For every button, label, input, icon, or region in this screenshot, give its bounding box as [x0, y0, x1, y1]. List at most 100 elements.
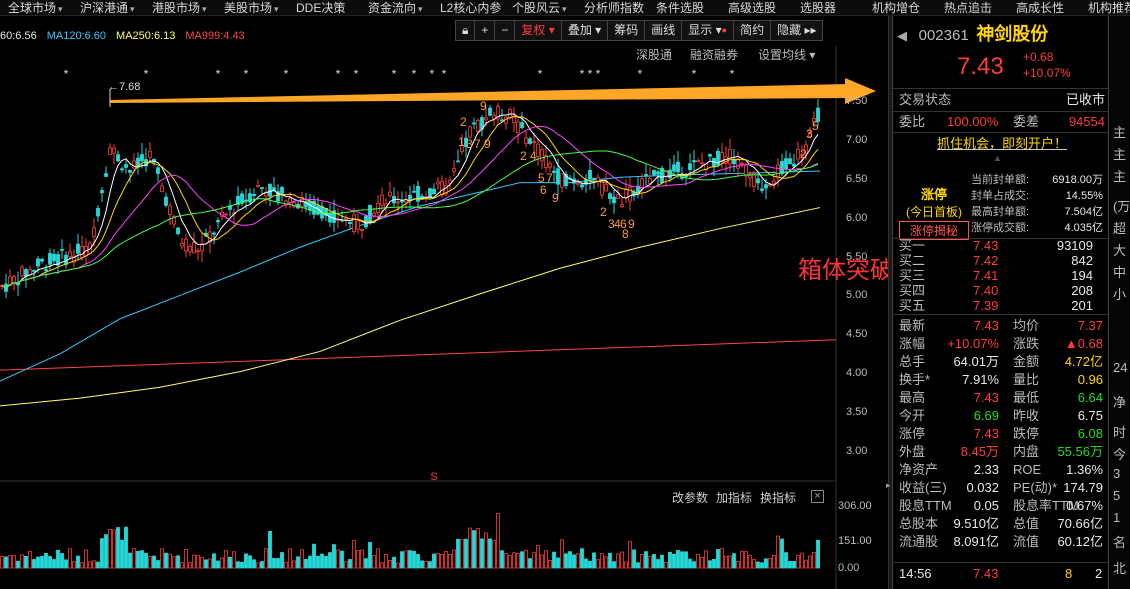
overlay-button[interactable]: 叠加 ▾ — [560, 20, 609, 41]
candle-body — [656, 171, 660, 175]
dropdown-icon: ▾ — [58, 4, 63, 14]
volume-bar — [760, 562, 764, 569]
close-volume-button[interactable]: × — [811, 490, 824, 503]
zoom-in-button[interactable]: + — [474, 20, 496, 41]
menu-item-label: DDE决策 — [296, 1, 346, 15]
menu-item[interactable]: 分析师指数 — [584, 0, 644, 15]
menu-item[interactable]: 热点追击 — [944, 0, 993, 15]
promo-link[interactable]: 抓住机会，即刻开户！ — [899, 135, 1105, 153]
adjust-button[interactable]: 复权 ▾ — [514, 20, 562, 41]
order-book-row[interactable]: 买二 7.42 842 — [899, 253, 1105, 268]
menu-item[interactable]: 沪深港通 ▾ — [80, 0, 135, 15]
margin-trading-link[interactable]: 融资融券 — [690, 46, 738, 63]
menu-item-label: 热点追击 — [944, 1, 993, 15]
quote-value: ▲0.68 — [1064, 336, 1103, 351]
menu-item[interactable]: 港股市场 ▾ — [152, 0, 207, 15]
volume-bar — [128, 552, 132, 569]
volume-bar — [292, 560, 296, 569]
menu-item[interactable]: 条件选股 — [656, 0, 704, 15]
volume-bar — [344, 561, 348, 569]
price-axis-label: 6.50 — [846, 172, 868, 185]
menu-item[interactable]: 高级选股 — [728, 0, 776, 15]
lock-button[interactable]: 🔒︎ — [455, 20, 476, 41]
menu-item[interactable]: DDE决策 — [296, 0, 346, 15]
order-book-row[interactable]: 买一 7.43 93109 — [899, 238, 1105, 253]
candle-body — [644, 174, 648, 177]
candle-body — [428, 188, 432, 198]
marker-star: * — [580, 67, 585, 81]
ma-setting-link[interactable]: 设置均线 ▾ — [758, 46, 815, 63]
menu-item[interactable]: 机构推荐 — [1088, 0, 1130, 15]
volume-bar — [180, 562, 184, 569]
volume-bar — [672, 553, 676, 569]
volume-indicator-link[interactable]: 加指标 — [716, 491, 752, 505]
candle-body — [688, 163, 692, 171]
volume-bar — [640, 554, 644, 569]
volume-bar — [352, 540, 356, 569]
order-book-row[interactable]: 买五 7.39 201 — [899, 298, 1105, 313]
volume-bar — [372, 555, 376, 569]
menu-item[interactable]: 美股市场 ▾ — [224, 0, 279, 15]
menu-item[interactable]: 个股风云 ▾ — [512, 0, 567, 15]
td-count-label: 5 — [812, 119, 819, 133]
menu-item[interactable]: L2核心内参 — [440, 0, 501, 15]
candle-body — [556, 168, 560, 185]
quote-value: 0.96 — [1077, 372, 1103, 387]
candle-body — [440, 181, 444, 196]
tick-row: 14:56 7.43 8 2 — [899, 565, 1105, 583]
candle-body — [352, 214, 356, 233]
order-book-row[interactable]: 买三 7.41 194 — [899, 268, 1105, 283]
volume-bar — [296, 556, 300, 569]
candle-body — [648, 178, 652, 184]
tick-volume: 8 — [1065, 566, 1073, 581]
volume-bar — [56, 549, 60, 569]
order-book-volume: 842 — [1071, 253, 1093, 268]
volume-bar — [604, 556, 608, 569]
volume-indicator-link[interactable]: 换指标 — [760, 491, 796, 505]
candle-body — [628, 186, 632, 202]
display-button[interactable]: 显示 ▾● — [681, 20, 735, 41]
ma999-line — [0, 339, 837, 371]
prev-stock-icon[interactable]: ◀ — [897, 28, 907, 43]
candle-body — [360, 228, 364, 231]
menu-item[interactable]: 高成长性 — [1016, 0, 1064, 15]
fund-flow-label: 名 — [1113, 535, 1127, 550]
candle-body — [744, 164, 748, 177]
quote-value: 7.91% — [962, 372, 999, 387]
volume-bar — [48, 556, 52, 569]
order-book-level: 买一 — [899, 238, 926, 253]
candle-body — [560, 173, 564, 188]
volume-bar — [588, 560, 592, 569]
order-book-row[interactable]: 买四 7.40 208 — [899, 283, 1105, 298]
simple-button[interactable]: 简约 — [733, 20, 772, 41]
volume-axis-label: 0.00 — [838, 562, 860, 574]
fund-flow-label: 24 — [1113, 360, 1128, 375]
quote-value: 6.69 — [973, 408, 999, 423]
volume-bar — [256, 562, 260, 569]
volume-bar — [572, 554, 576, 569]
volume-bar — [528, 558, 532, 569]
menu-item[interactable]: 资金流向 ▾ — [368, 0, 423, 15]
limit-up-stat-value: 14.55% — [1065, 190, 1103, 202]
chips-button[interactable]: 筹码 — [607, 20, 646, 41]
sh-sz-connect-link[interactable]: 深股通 — [636, 46, 672, 63]
menu-item[interactable]: 全球市场 ▾ — [8, 0, 63, 15]
volume-bar — [272, 558, 276, 569]
quote-value: 0.67% — [1066, 498, 1103, 513]
volume-bar — [480, 538, 484, 569]
volume-bar — [104, 534, 108, 569]
menu-item[interactable]: 机构增仓 — [872, 0, 920, 15]
volume-bar — [124, 526, 128, 569]
td-count-label: 6 — [540, 183, 547, 197]
zoom-out-button[interactable]: − — [494, 20, 516, 41]
draw-button[interactable]: 画线 — [644, 20, 683, 41]
dropdown-icon: ▾ — [548, 23, 555, 37]
volume-bar — [160, 548, 164, 569]
volume-bar — [64, 559, 68, 569]
hide-button[interactable]: 隐藏 ▸▸ — [770, 20, 824, 41]
quote-row: 最新 7.43 均价 7.37 — [899, 317, 1105, 335]
menu-item[interactable]: 选股器 — [800, 0, 836, 15]
volume-indicator-link[interactable]: 改参数 — [672, 491, 708, 505]
candle-body — [380, 194, 384, 206]
volume-bar — [424, 561, 428, 569]
